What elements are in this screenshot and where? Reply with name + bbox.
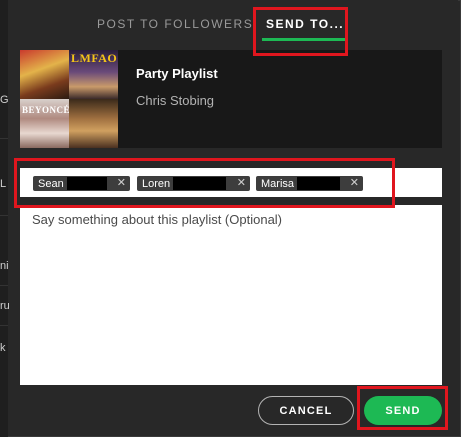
recipient-name: Loren	[142, 177, 171, 190]
background-list-strip: G L ni ru k	[0, 0, 10, 437]
send-button[interactable]: SEND	[364, 396, 442, 425]
recipients-field[interactable]: Sean ✕ Loren ✕ Marisa ✕	[20, 168, 442, 197]
cover-art-logo-text: LMFAO	[71, 51, 118, 65]
message-input[interactable]	[20, 205, 442, 385]
cover-art-tile	[20, 50, 69, 99]
background-list-letter: k	[0, 342, 6, 354]
background-list-letter: ni	[0, 260, 9, 272]
redacted-surname	[173, 177, 227, 190]
recipient-name: Sean	[38, 177, 64, 190]
playlist-card: LMFAO BEYONCÉ Party Playlist Chris Stobi…	[20, 50, 442, 148]
background-list-letter: L	[0, 178, 7, 190]
divider	[0, 325, 8, 326]
cover-art-tile: BEYONCÉ	[20, 99, 69, 148]
playlist-title: Party Playlist	[136, 66, 218, 81]
recipient-chip[interactable]: Loren ✕	[137, 176, 250, 191]
playlist-owner: Chris Stobing	[136, 93, 215, 108]
close-icon[interactable]: ✕	[237, 176, 246, 191]
divider	[0, 215, 8, 216]
playlist-cover: LMFAO BEYONCÉ	[20, 50, 118, 148]
redacted-surname	[297, 177, 341, 190]
divider	[0, 285, 8, 286]
share-tabs: POST TO FOLLOWERS SEND TO...	[8, 0, 458, 50]
recipient-name: Marisa	[261, 177, 295, 190]
background-list-letter: ru	[0, 300, 10, 312]
recipient-chip[interactable]: Sean ✕	[33, 176, 130, 191]
cover-art-logo-text: BEYONCÉ	[22, 105, 69, 115]
background-list-letter: G	[0, 94, 9, 106]
tab-post-to-followers[interactable]: POST TO FOLLOWERS	[97, 17, 253, 31]
divider	[0, 138, 8, 139]
tab-send-to[interactable]: SEND TO...	[266, 17, 344, 31]
cover-art-tile	[69, 99, 118, 148]
close-icon[interactable]: ✕	[350, 176, 359, 191]
cancel-button[interactable]: CANCEL	[258, 396, 354, 425]
close-icon[interactable]: ✕	[117, 176, 126, 191]
redacted-surname	[66, 177, 107, 190]
active-tab-indicator	[262, 38, 346, 41]
recipient-chip[interactable]: Marisa ✕	[256, 176, 363, 191]
cover-art-tile: LMFAO	[69, 50, 118, 99]
